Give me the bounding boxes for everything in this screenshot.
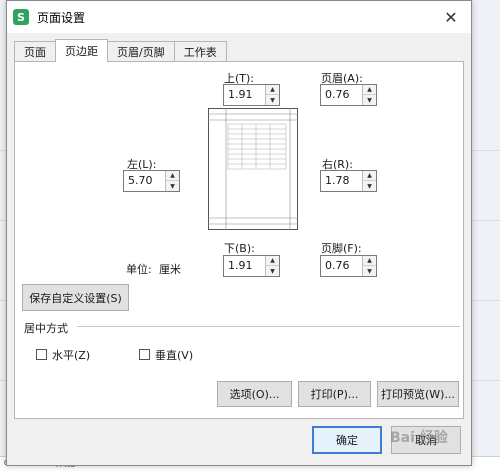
tab-strip: 页面 页边距 页眉/页脚 工作表 — [14, 39, 227, 62]
vertical-center-checkbox[interactable] — [139, 349, 150, 360]
spin-down-icon[interactable]: ▼ — [266, 95, 279, 105]
spin-down-icon[interactable]: ▼ — [363, 95, 376, 105]
left-margin-spinner[interactable]: 5.70 ▲ ▼ — [123, 170, 180, 192]
horizontal-center-label: 水平(Z) — [52, 349, 91, 362]
spin-down-icon[interactable]: ▼ — [363, 266, 376, 276]
options-button[interactable]: 选项(O)... — [217, 381, 292, 407]
bottom-margin-spinner[interactable]: 1.91 ▲ ▼ — [223, 255, 280, 277]
page-preview — [208, 108, 298, 230]
units-label: 单位: — [126, 263, 152, 276]
tab-page[interactable]: 页面 — [14, 41, 56, 61]
spin-down-icon[interactable]: ▼ — [363, 181, 376, 191]
left-margin-value: 5.70 — [128, 174, 153, 187]
bottom-margin-label: 下(B): — [224, 242, 255, 255]
centering-group-title: 居中方式 — [24, 322, 68, 335]
save-custom-settings-button[interactable]: 保存自定义设置(S) — [22, 284, 129, 311]
horizontal-center-checkbox[interactable] — [36, 349, 47, 360]
margins-panel: 上(T): 1.91 ▲ ▼ 页眉(A): 0.76 ▲ ▼ 左(L): 5.7… — [14, 61, 464, 419]
right-margin-value: 1.78 — [325, 174, 350, 187]
print-preview-button[interactable]: 打印预览(W)... — [377, 381, 459, 407]
tab-header-footer[interactable]: 页眉/页脚 — [107, 41, 175, 61]
dialog-title: 页面设置 — [37, 10, 86, 25]
spin-up-icon[interactable]: ▲ — [363, 256, 376, 266]
top-margin-value: 1.91 — [228, 88, 253, 101]
vertical-center-label: 垂直(V) — [155, 349, 194, 362]
spin-up-icon[interactable]: ▲ — [363, 171, 376, 181]
tab-sheet[interactable]: 工作表 — [173, 41, 227, 61]
footer-margin-value: 0.76 — [325, 259, 350, 272]
wps-spreadsheet-icon: S — [13, 9, 29, 25]
title-bar: S 页面设置 ✕ — [7, 1, 471, 33]
spin-up-icon[interactable]: ▲ — [166, 171, 179, 181]
group-divider — [77, 326, 460, 327]
units-value: 厘米 — [159, 263, 181, 276]
header-margin-spinner[interactable]: 0.76 ▲ ▼ — [320, 84, 377, 106]
spin-up-icon[interactable]: ▲ — [266, 256, 279, 266]
spin-down-icon[interactable]: ▼ — [166, 181, 179, 191]
right-margin-spinner[interactable]: 1.78 ▲ ▼ — [320, 170, 377, 192]
spin-down-icon[interactable]: ▼ — [266, 266, 279, 276]
cancel-button[interactable]: 取消 — [391, 426, 461, 454]
top-margin-spinner[interactable]: 1.91 ▲ ▼ — [223, 84, 280, 106]
footer-margin-label: 页脚(F): — [321, 242, 362, 255]
footer-margin-spinner[interactable]: 0.76 ▲ ▼ — [320, 255, 377, 277]
header-margin-value: 0.76 — [325, 88, 350, 101]
close-button[interactable]: ✕ — [431, 1, 471, 33]
ok-button[interactable]: 确定 — [312, 426, 382, 454]
tab-margins[interactable]: 页边距 — [55, 39, 108, 62]
print-button[interactable]: 打印(P)... — [298, 381, 371, 407]
close-icon: ✕ — [444, 7, 458, 27]
bottom-margin-value: 1.91 — [228, 259, 253, 272]
spin-up-icon[interactable]: ▲ — [363, 85, 376, 95]
page-setup-dialog: S 页面设置 ✕ 页面 页边距 页眉/页脚 工作表 上(T): 1.91 ▲ ▼ … — [6, 0, 472, 466]
spin-up-icon[interactable]: ▲ — [266, 85, 279, 95]
